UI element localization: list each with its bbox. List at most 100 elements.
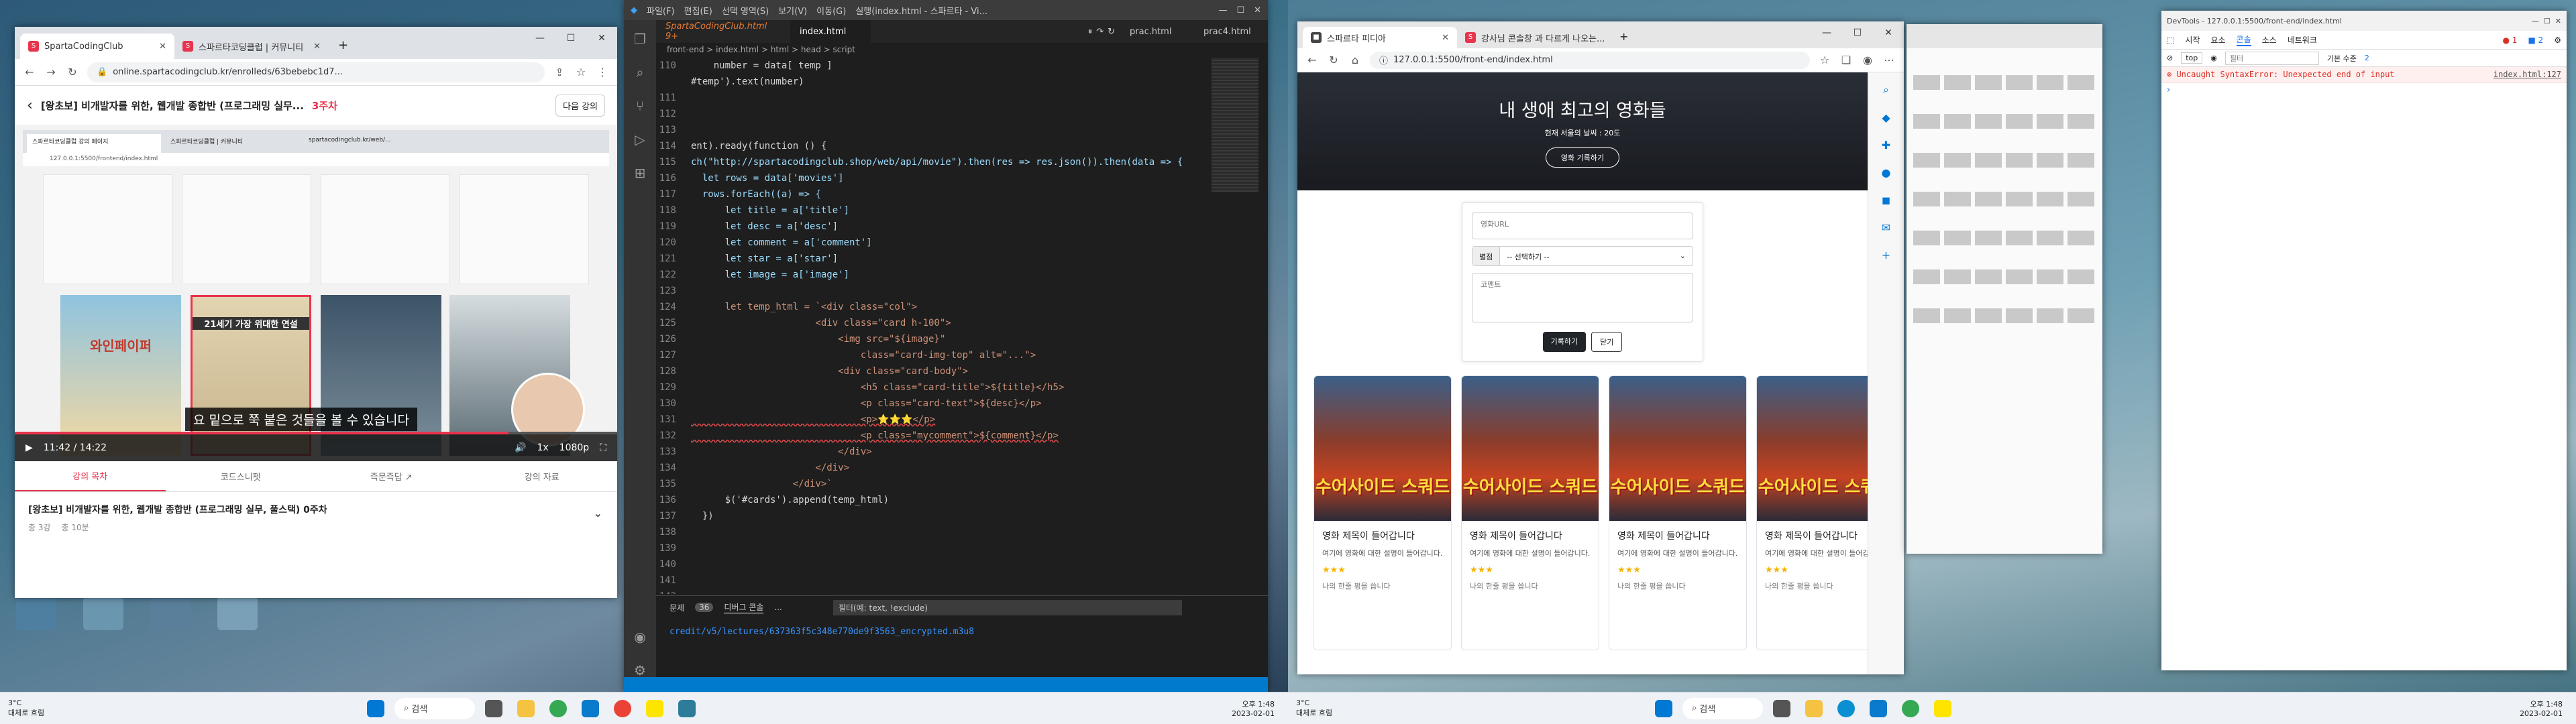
error-count[interactable]: ● 1 (2503, 36, 2518, 45)
code-line[interactable]: 142 (656, 589, 1208, 594)
forward-icon[interactable]: → (44, 66, 58, 78)
play-icon[interactable]: ▶ (25, 442, 33, 453)
movie-card[interactable]: 수어사이드 스쿼드영화 제목이 들어갑니다여기에 영화에 대한 설명이 들어갑니… (1609, 375, 1747, 650)
code-line[interactable]: 126 <img src="${image}" (656, 331, 1208, 347)
tab-sources[interactable]: 소스 (2262, 34, 2277, 46)
movie-url-input[interactable]: 영화URL (1472, 213, 1693, 239)
close-icon[interactable]: ✕ (1254, 5, 1261, 15)
movie-card[interactable]: 수어사이드 스쿼드영화 제목이 들어갑니다여기에 영화에 대한 설명이 들어갑니… (1313, 375, 1452, 650)
code-line[interactable]: 122 let image = a['image'] (656, 267, 1208, 283)
volume-icon[interactable]: 🔊 (515, 442, 526, 453)
inspect-icon[interactable]: ⬚ (2167, 36, 2174, 45)
desktop-icon[interactable] (150, 597, 191, 630)
menu-icon[interactable]: ⋯ (1882, 54, 1896, 66)
code-line[interactable]: 115 ch("http://spartacodingclub.shop/web/… (656, 154, 1208, 170)
favorites-icon[interactable]: ☆ (1818, 54, 1831, 66)
profile-icon[interactable]: ◉ (1861, 54, 1874, 66)
extensions-icon[interactable]: ⊞ (635, 165, 646, 181)
minimize-icon[interactable]: — (525, 27, 555, 50)
run-debug-icon[interactable]: ▷ (635, 131, 645, 147)
close-icon[interactable]: ✕ (159, 42, 166, 52)
fullscreen-icon[interactable]: ⛶ (600, 442, 606, 453)
console-filter-input[interactable]: 필터(예: text, !exclude) (833, 599, 1182, 615)
quality-setting[interactable]: 1080p (559, 442, 590, 453)
maximize-icon[interactable]: ☐ (555, 27, 586, 50)
taskbar-search[interactable]: ⌕ 검색 (1682, 697, 1763, 719)
save-button[interactable]: 기록하기 (1542, 332, 1587, 352)
chrome-app-icon[interactable] (609, 695, 636, 722)
breadcrumb[interactable]: front-end > index.html > html > head > s… (656, 43, 1268, 58)
tab-network[interactable]: 네트워크 (2288, 34, 2317, 46)
menu-go[interactable]: 이동(G) (816, 4, 846, 17)
games-icon[interactable]: ● (1882, 166, 1891, 179)
tab-toc[interactable]: 강의 목차 (15, 461, 166, 491)
back-icon[interactable]: ← (23, 66, 36, 78)
code-line[interactable]: 111 (656, 90, 1208, 106)
step-over-icon[interactable]: ↷ (1096, 27, 1104, 37)
explorer-app-icon[interactable] (513, 695, 539, 722)
desktop-icon[interactable] (217, 597, 258, 630)
minimap[interactable] (1212, 58, 1258, 192)
collections-icon[interactable]: ❏ (1839, 54, 1853, 66)
code-line[interactable]: 121 let star = a['star'] (656, 251, 1208, 267)
settings-gear-icon[interactable]: ⚙ (2554, 36, 2561, 45)
code-line[interactable]: 130 <p class="card-text">${desc}</p> (656, 396, 1208, 412)
shopping-icon[interactable]: ◆ (1882, 111, 1890, 124)
code-line[interactable]: 117 rows.forEach((a) => { (656, 186, 1208, 202)
tab-problems[interactable]: 문제 (669, 602, 684, 613)
desktop-icon[interactable] (83, 597, 123, 630)
tab-question[interactable]: S강사님 콘솔창 과 다르게 나오는...✕ (1457, 27, 1611, 48)
tab-community[interactable]: S 스파르타코딩클럽 | 커뮤니티 ✕ (174, 34, 329, 59)
code-line[interactable]: 116 let rows = data['movies'] (656, 170, 1208, 186)
reload-icon[interactable]: ↻ (1327, 54, 1340, 66)
chrome-app-icon[interactable] (1897, 695, 1924, 722)
tools-icon[interactable]: ✚ (1882, 139, 1890, 152)
star-icon[interactable]: ☆ (574, 66, 588, 78)
taskview-icon[interactable] (480, 695, 507, 722)
video-progress[interactable] (15, 432, 617, 434)
next-lecture-button[interactable]: 다음 강의 (555, 95, 605, 117)
back-icon[interactable]: ← (1305, 54, 1319, 66)
tab-spartacodingclub[interactable]: S SpartaCodingClub ✕ (20, 34, 174, 59)
kakaotalk-app-icon[interactable] (1929, 695, 1956, 722)
more-icon[interactable]: ... (774, 603, 782, 612)
clock[interactable]: 오후 1:48 2023-02-01 (1232, 699, 1275, 718)
menu-file[interactable]: 파일(F) (647, 4, 675, 17)
search-icon[interactable]: ⌕ (1883, 83, 1889, 97)
start-icon[interactable] (362, 695, 389, 722)
code-line[interactable]: 141 (656, 572, 1208, 589)
code-line[interactable]: 125 <div class="card h-100"> (656, 315, 1208, 331)
tab-prac4-html[interactable]: prac4.html (1194, 20, 1268, 43)
code-line[interactable]: 138 (656, 524, 1208, 540)
code-line[interactable]: 120 let comment = a['comment'] (656, 235, 1208, 251)
share-icon[interactable]: ⇪ (553, 66, 566, 78)
close-icon[interactable]: ✕ (1873, 21, 1904, 44)
tab-index-html[interactable]: index.html (790, 20, 871, 43)
chevron-left-icon[interactable]: ‹ (27, 97, 33, 114)
minimize-icon[interactable]: — (1218, 5, 1227, 15)
tab-spartapedia[interactable]: ■ 스파르타 피디아 ✕ (1303, 27, 1457, 48)
tab-start[interactable]: 시작 (2185, 34, 2200, 46)
chrome-app-icon[interactable] (545, 695, 572, 722)
code-line[interactable]: 112 (656, 106, 1208, 122)
code-line[interactable]: 124 let temp_html = `<div class="col"> (656, 299, 1208, 315)
desktop-icon[interactable] (16, 597, 56, 630)
code-line[interactable]: 129 <h5 class="card-title">${title}</h5> (656, 379, 1208, 396)
maximize-icon[interactable]: ☐ (1842, 21, 1873, 44)
vscode-app-icon[interactable] (577, 695, 604, 722)
weather-widget[interactable]: 3°C 대체로 흐림 (0, 699, 80, 718)
app-icon[interactable] (674, 695, 700, 722)
minimize-icon[interactable]: — (1811, 21, 1842, 44)
tab-debug-console[interactable]: 디버그 콘솔 (724, 601, 764, 613)
tab-elements[interactable]: 요소 (2210, 34, 2225, 46)
new-tab-icon[interactable]: + (329, 38, 358, 59)
video-player[interactable]: 스파르타코딩클럽 강의 페이지 스파르타코딩클럽 | 커뮤니티 spartaco… (15, 126, 617, 461)
settings-gear-icon[interactable]: ⚙ (634, 662, 646, 678)
tab-spartacodingclub[interactable]: SpartaCodingClub.html 9+ (656, 20, 790, 43)
home-icon[interactable]: ⌂ (1348, 54, 1362, 66)
tab-snippets[interactable]: 코드스니펫 (166, 461, 317, 491)
tab-console[interactable]: 콘솔 (2236, 34, 2251, 46)
search-icon[interactable]: ⌕ (636, 64, 643, 80)
explorer-icon[interactable]: ❐ (634, 31, 646, 47)
movie-card[interactable]: 수어사이드 스쿼드영화 제목이 들어갑니다여기에 영화에 대한 설명이 들어갑니… (1756, 375, 1868, 650)
